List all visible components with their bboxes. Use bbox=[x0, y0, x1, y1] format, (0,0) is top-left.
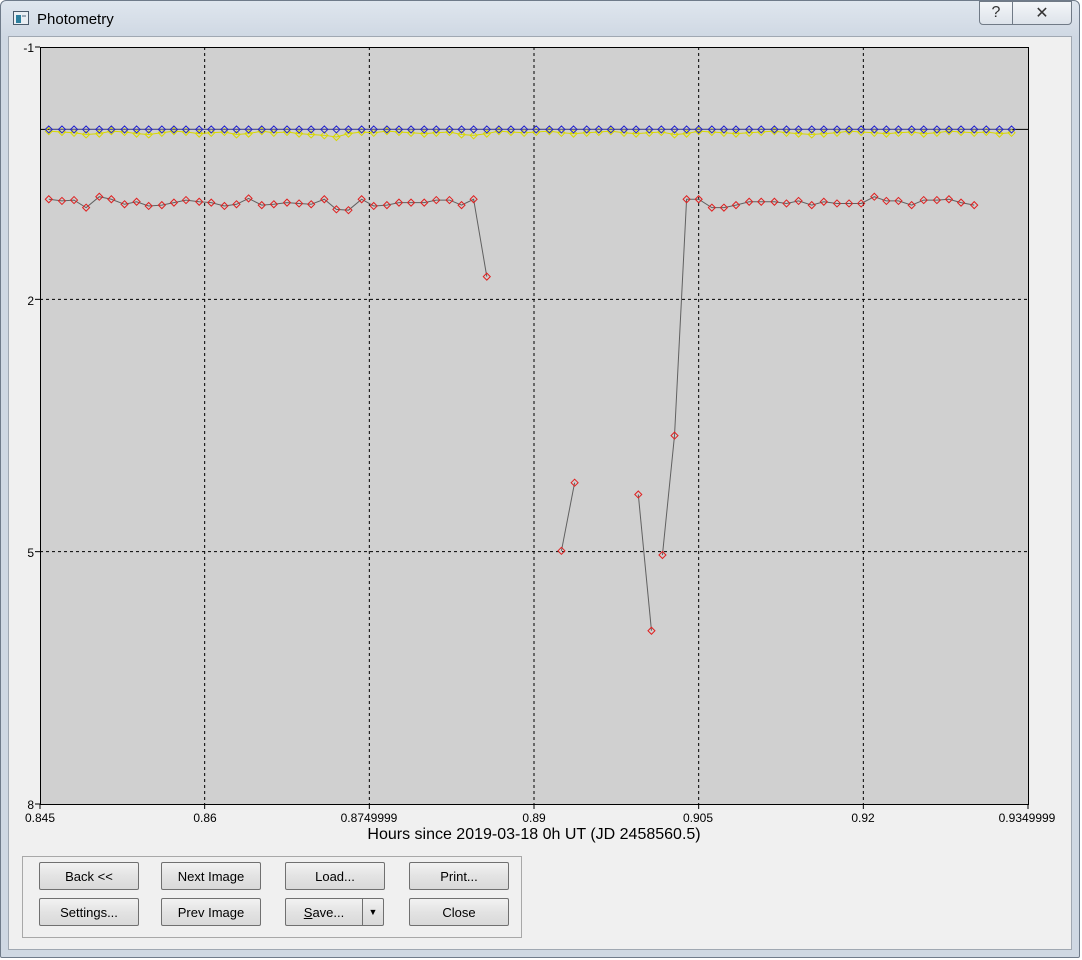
y-tick-label: 5 bbox=[27, 546, 34, 560]
settings-button[interactable]: Settings... bbox=[39, 898, 139, 926]
prev-image-button[interactable]: Prev Image bbox=[161, 898, 261, 926]
save-button[interactable]: Save... bbox=[285, 898, 363, 926]
x-tick-label: 0.845 bbox=[24, 811, 56, 825]
x-tick-label: 0.92 bbox=[851, 811, 875, 825]
check-star-line bbox=[48, 130, 1012, 138]
next-image-button[interactable]: Next Image bbox=[161, 862, 261, 890]
x-tick-label: 0.86 bbox=[193, 811, 217, 825]
y-tick-label: 2 bbox=[27, 294, 34, 308]
save-accel-letter: S bbox=[303, 904, 313, 920]
load-button[interactable]: Load... bbox=[285, 862, 385, 890]
save-label: ave... bbox=[312, 904, 345, 920]
chevron-down-icon: ▼ bbox=[368, 907, 378, 917]
target-star-line bbox=[560, 482, 576, 551]
save-dropdown-button[interactable]: ▼ bbox=[362, 898, 384, 926]
target-star-line bbox=[661, 196, 975, 556]
x-tick-label: 0.905 bbox=[682, 811, 714, 825]
target-star-line bbox=[48, 196, 488, 277]
y-tick-label: 8 bbox=[27, 798, 34, 812]
back-button[interactable]: Back << bbox=[39, 862, 139, 890]
x-axis-title: Hours since 2019-03-18 0h UT (JD 2458560… bbox=[367, 826, 701, 843]
print-button[interactable]: Print... bbox=[409, 862, 509, 890]
x-tick-label: 0.9349999 bbox=[998, 811, 1056, 825]
x-tick-label: 0.8749999 bbox=[340, 811, 398, 825]
close-button[interactable]: Close bbox=[409, 898, 509, 926]
target-star-line bbox=[637, 494, 652, 631]
y-tick-label: -1 bbox=[23, 41, 34, 55]
x-tick-label: 0.89 bbox=[522, 811, 546, 825]
